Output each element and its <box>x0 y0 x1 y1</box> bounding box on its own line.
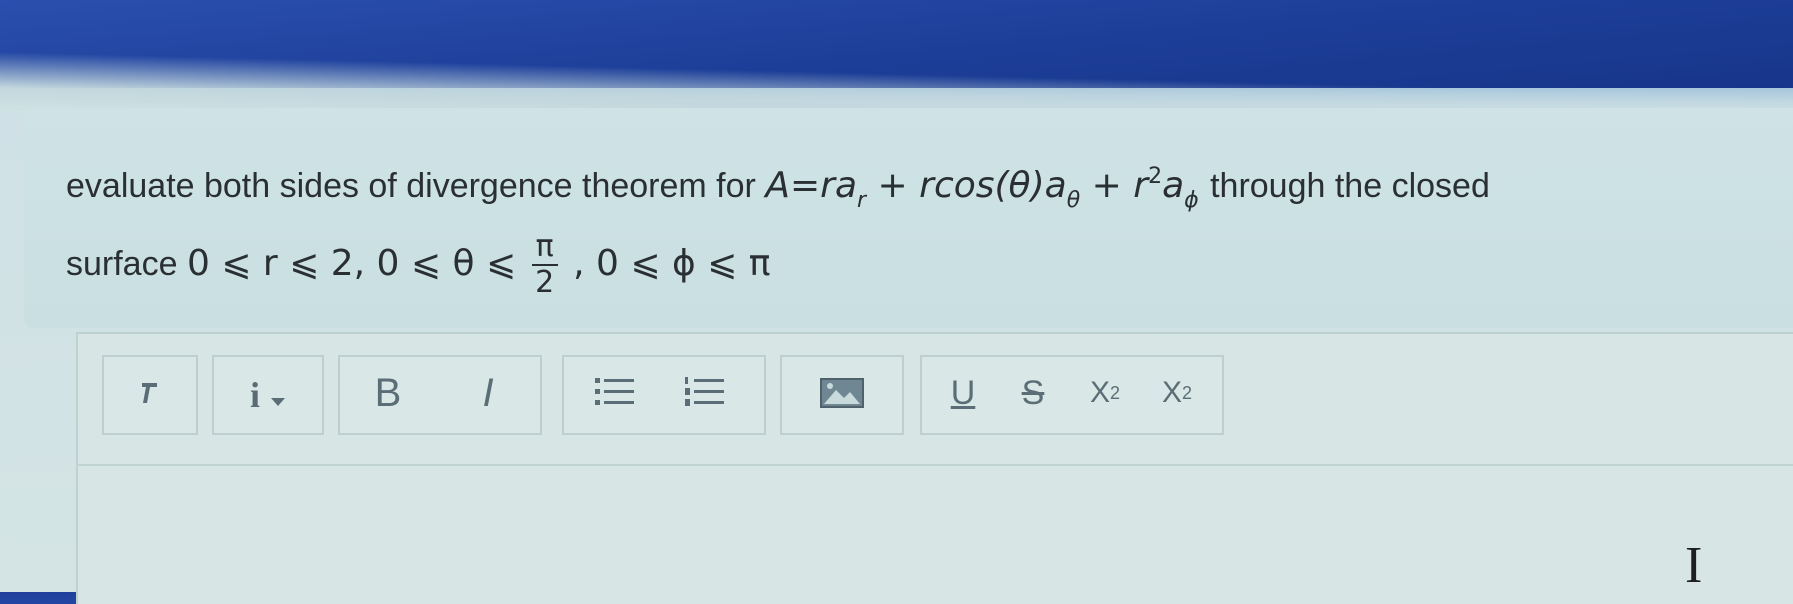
bold-button[interactable]: B <box>348 367 428 419</box>
italic-button[interactable]: I <box>448 367 528 419</box>
range-expression: 0 ⩽ r ⩽ 2, 0 ⩽ θ ⩽ π 2 , 0 ⩽ ϕ ⩽ π <box>186 229 771 300</box>
question-line-1: evaluate both sides of divergence theore… <box>66 148 1766 230</box>
vector-field-expression: A=rar + rcos(θ)aθ + r2aϕ <box>765 164 1199 213</box>
format-dropdown[interactable]: i <box>212 355 324 435</box>
image-icon <box>820 377 864 413</box>
underline-button[interactable]: U <box>928 367 998 419</box>
paragraph-button[interactable] <box>102 355 198 435</box>
toolbar-divider <box>76 464 1793 466</box>
pi-over-two-fraction: π 2 <box>531 230 558 300</box>
paragraph-icon <box>139 380 161 411</box>
surface-label: surface <box>66 245 178 283</box>
numbered-list-button[interactable] <box>670 367 740 419</box>
chevron-down-icon <box>270 374 286 416</box>
question-suffix: through the closed <box>1210 167 1490 205</box>
bullet-list-icon <box>595 375 635 412</box>
bullet-list-button[interactable] <box>580 367 650 419</box>
question-text: evaluate both sides of divergence theore… <box>66 148 1766 300</box>
strikethrough-button[interactable]: S <box>998 367 1068 419</box>
insert-image-button[interactable] <box>780 355 904 435</box>
subscript-button[interactable]: X2 <box>1070 367 1140 419</box>
numbered-list-icon <box>685 375 725 412</box>
question-line-2: surface 0 ⩽ r ⩽ 2, 0 ⩽ θ ⩽ π 2 , 0 ⩽ ϕ ⩽… <box>66 230 1766 300</box>
text-cursor-icon: I <box>1685 537 1703 594</box>
question-prefix: evaluate both sides of divergence theore… <box>66 167 756 205</box>
superscript-button[interactable]: X2 <box>1142 367 1212 419</box>
